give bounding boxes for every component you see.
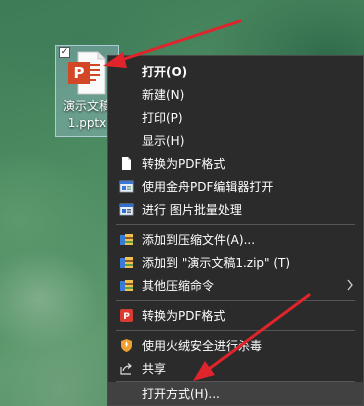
menu-item-label: 共享	[142, 362, 167, 376]
menu-item-label: 添加到压缩文件(A)...	[142, 233, 256, 247]
menu-item-show[interactable]: 显示(H)	[108, 129, 363, 152]
menu-item-convert-pdf[interactable]: 转换为PDF格式	[108, 152, 363, 175]
menu-item-open-pdf-editor[interactable]: 使用金舟PDF编辑器打开	[108, 175, 363, 198]
chevron-right-icon	[347, 279, 353, 291]
menu-item-new[interactable]: 新建(N)	[108, 83, 363, 106]
menu-item-open-with[interactable]: 打开方式(H)...	[108, 382, 363, 405]
pdf-editor-icon	[119, 180, 134, 193]
menu-item-antivirus-scan[interactable]: 使用火绒安全进行杀毒	[108, 334, 363, 357]
menu-item-print[interactable]: 打印(P)	[108, 106, 363, 129]
menu-item-label: 打开(O)	[142, 65, 188, 79]
menu-item-share[interactable]: 共享	[108, 357, 363, 380]
pdf-convert-icon: P	[120, 309, 133, 322]
menu-item-image-batch[interactable]: 进行 图片批量处理	[108, 198, 363, 221]
powerpoint-file-icon: P	[68, 51, 106, 95]
image-batch-icon	[119, 203, 134, 216]
menu-item-label: 打开方式(H)...	[142, 387, 220, 401]
share-icon	[120, 363, 132, 375]
menu-item-convert-pdf-2[interactable]: P 转换为PDF格式	[108, 304, 363, 327]
menu-item-label: 新建(N)	[142, 88, 185, 102]
menu-item-add-to-zip[interactable]: 添加到 "演示文稿1.zip" (T)	[108, 251, 363, 274]
menu-separator	[116, 224, 355, 225]
menu-item-label: 其他压缩命令	[142, 279, 215, 293]
document-icon	[122, 157, 131, 170]
menu-item-label: 添加到 "演示文稿1.zip" (T)	[142, 256, 291, 270]
app-letter: P	[74, 64, 85, 82]
menu-item-label: 使用火绒安全进行杀毒	[142, 339, 263, 353]
archive-icon	[120, 257, 133, 268]
menu-separator	[116, 330, 355, 331]
menu-item-label: 使用金舟PDF编辑器打开	[142, 180, 274, 194]
menu-item-other-compress[interactable]: 其他压缩命令	[108, 274, 363, 297]
menu-item-open[interactable]: 打开(O)	[108, 60, 363, 83]
menu-item-label: 打印(P)	[142, 111, 183, 125]
menu-item-label: 显示(H)	[142, 134, 185, 148]
menu-separator	[116, 300, 355, 301]
menu-item-label: 进行 图片批量处理	[142, 203, 242, 217]
menu-item-add-to-archive[interactable]: 添加到压缩文件(A)...	[108, 228, 363, 251]
archive-icon	[120, 234, 133, 245]
menu-item-label: 转换为PDF格式	[142, 309, 226, 323]
context-menu: 打开(O) 新建(N) 打印(P) 显示(H) 转换为PDF格式 使用金舟PDF…	[107, 55, 364, 406]
archive-icon	[120, 280, 133, 291]
menu-item-label: 转换为PDF格式	[142, 157, 226, 171]
svg-text:P: P	[123, 312, 130, 322]
shield-icon	[121, 339, 132, 352]
